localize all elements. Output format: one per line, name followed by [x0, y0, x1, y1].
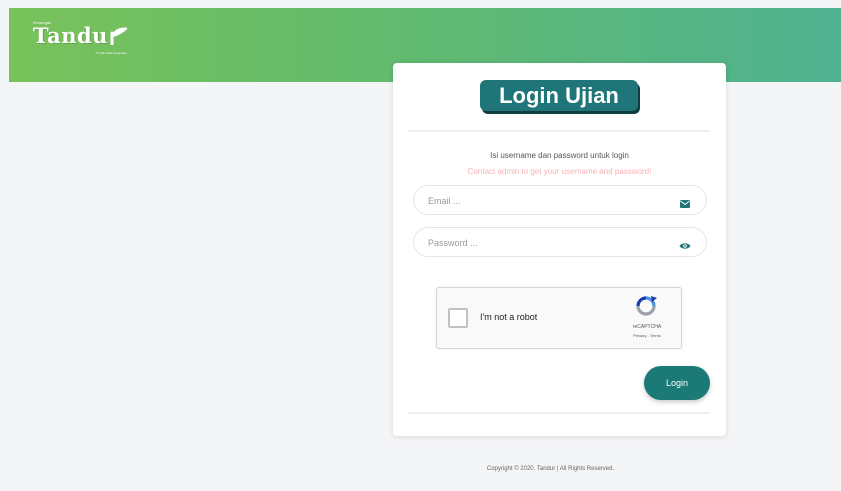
envelope-icon: [679, 196, 691, 208]
email-input[interactable]: [426, 192, 670, 210]
recaptcha-privacy-terms[interactable]: Privacy - Terms: [620, 333, 674, 338]
divider-top: [408, 130, 710, 132]
footer-copyright: Copyright © 2020. Tandur | All Rights Re…: [486, 466, 615, 472]
login-hint: Contact admin to get your username and p…: [467, 167, 652, 176]
password-input[interactable]: [426, 234, 670, 252]
logo-name: Tandu: [33, 23, 108, 48]
divider-bottom: [408, 412, 710, 414]
password-field: [413, 227, 707, 257]
brand-logo[interactable]: Kenangan Tandu PT Alif Aldila Nusantara: [33, 20, 129, 55]
login-instructions: Isi username dan password untuk login: [490, 151, 629, 160]
recaptcha-label: I'm not a robot: [480, 312, 538, 322]
login-title: Login Ujian: [480, 80, 638, 111]
eye-icon[interactable]: [679, 238, 691, 249]
leaf-r-icon: [109, 25, 129, 50]
recaptcha-logo-icon: [633, 295, 659, 317]
logo-caption: Kenangan: [33, 20, 52, 25]
recaptcha-checkbox[interactable]: [448, 308, 468, 328]
login-card: Login Ujian Isi username dan password un…: [393, 63, 726, 436]
page: Kenangan Tandu PT Alif Aldila Nusantara …: [9, 8, 841, 484]
login-button[interactable]: Login: [644, 366, 710, 400]
logo-tagline: PT Alif Aldila Nusantara: [95, 51, 127, 55]
recaptcha-brand: reCAPTCHA: [632, 324, 662, 330]
email-field: [413, 185, 707, 215]
recaptcha-widget: I'm not a robot reCAPTCHA Privacy - Term…: [436, 287, 682, 349]
